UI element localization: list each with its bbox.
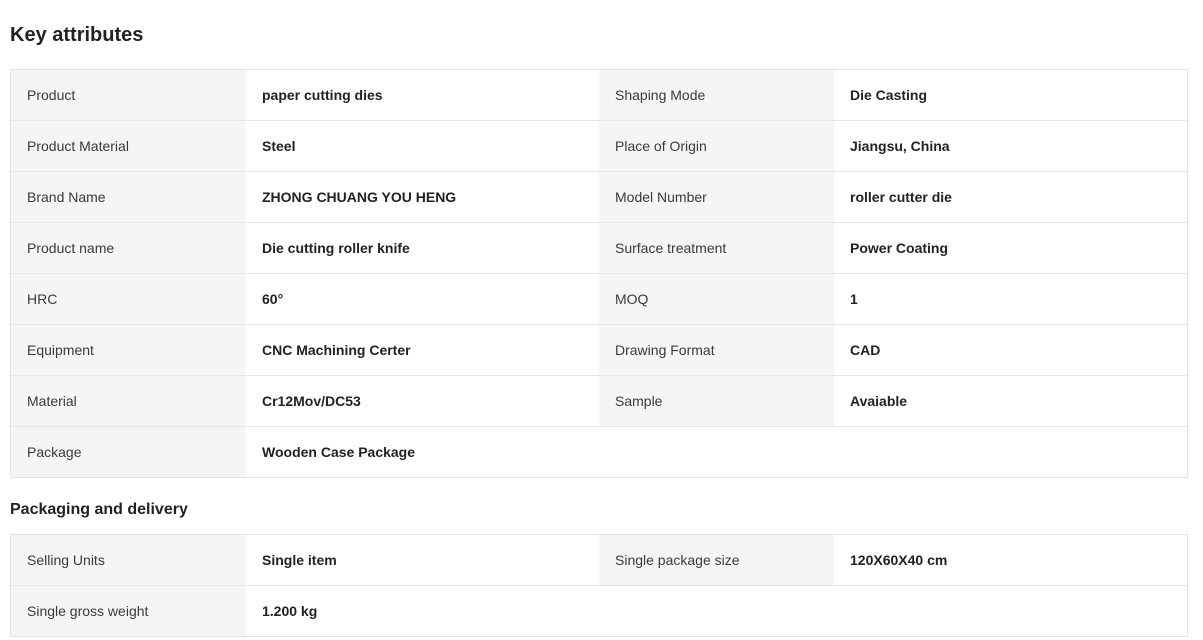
attribute-value: Jiangsu, China: [834, 121, 1187, 171]
empty-cell: [834, 427, 1187, 477]
table-row: Selling Units Single item Single package…: [11, 535, 1187, 586]
attribute-value: Die cutting roller knife: [246, 223, 599, 273]
attribute-label: MOQ: [599, 274, 834, 324]
attribute-value: 120X60X40 cm: [834, 535, 1187, 585]
attribute-value: Power Coating: [834, 223, 1187, 273]
empty-cell: [834, 586, 1187, 636]
table-row: Equipment CNC Machining Certer Drawing F…: [11, 325, 1187, 376]
attribute-label: HRC: [11, 274, 246, 324]
attribute-label: Single package size: [599, 535, 834, 585]
attribute-value: Single item: [246, 535, 599, 585]
packaging-delivery-heading: Packaging and delivery: [10, 501, 188, 518]
attribute-label: Product name: [11, 223, 246, 273]
attribute-label: Material: [11, 376, 246, 426]
attribute-value: 1.200 kg: [246, 586, 599, 636]
key-attributes-table: Product paper cutting dies Shaping Mode …: [10, 69, 1188, 478]
attribute-value: paper cutting dies: [246, 70, 599, 120]
attribute-label: Package: [11, 427, 246, 477]
attribute-label: Brand Name: [11, 172, 246, 222]
attribute-label: Sample: [599, 376, 834, 426]
empty-cell: [599, 427, 834, 477]
attribute-value: 1: [834, 274, 1187, 324]
attribute-value: Cr12Mov/DC53: [246, 376, 599, 426]
attribute-value: ZHONG CHUANG YOU HENG: [246, 172, 599, 222]
attribute-label: Surface treatment: [599, 223, 834, 273]
attribute-value: CNC Machining Certer: [246, 325, 599, 375]
attribute-value: Wooden Case Package: [246, 427, 599, 477]
attribute-label: Single gross weight: [11, 586, 246, 636]
table-row: Product name Die cutting roller knife Su…: [11, 223, 1187, 274]
table-row: Package Wooden Case Package: [11, 427, 1187, 477]
product-attributes-page: Key attributes Product paper cutting die…: [0, 0, 1203, 640]
attribute-label: Drawing Format: [599, 325, 834, 375]
attribute-label: Place of Origin: [599, 121, 834, 171]
table-row: Single gross weight 1.200 kg: [11, 586, 1187, 636]
attribute-value: Avaiable: [834, 376, 1187, 426]
table-row: Product Material Steel Place of Origin J…: [11, 121, 1187, 172]
table-row: Material Cr12Mov/DC53 Sample Avaiable: [11, 376, 1187, 427]
attribute-label: Product Material: [11, 121, 246, 171]
attribute-value: roller cutter die: [834, 172, 1187, 222]
attribute-label: Equipment: [11, 325, 246, 375]
packaging-table: Selling Units Single item Single package…: [10, 534, 1188, 637]
table-row: HRC 60° MOQ 1: [11, 274, 1187, 325]
attribute-value: Die Casting: [834, 70, 1187, 120]
attribute-label: Product: [11, 70, 246, 120]
attribute-label: Selling Units: [11, 535, 246, 585]
attribute-label: Model Number: [599, 172, 834, 222]
attribute-value: Steel: [246, 121, 599, 171]
empty-cell: [599, 586, 834, 636]
attribute-label: Shaping Mode: [599, 70, 834, 120]
attribute-value: 60°: [246, 274, 599, 324]
key-attributes-heading: Key attributes: [10, 24, 144, 46]
attribute-value: CAD: [834, 325, 1187, 375]
table-row: Product paper cutting dies Shaping Mode …: [11, 70, 1187, 121]
table-row: Brand Name ZHONG CHUANG YOU HENG Model N…: [11, 172, 1187, 223]
